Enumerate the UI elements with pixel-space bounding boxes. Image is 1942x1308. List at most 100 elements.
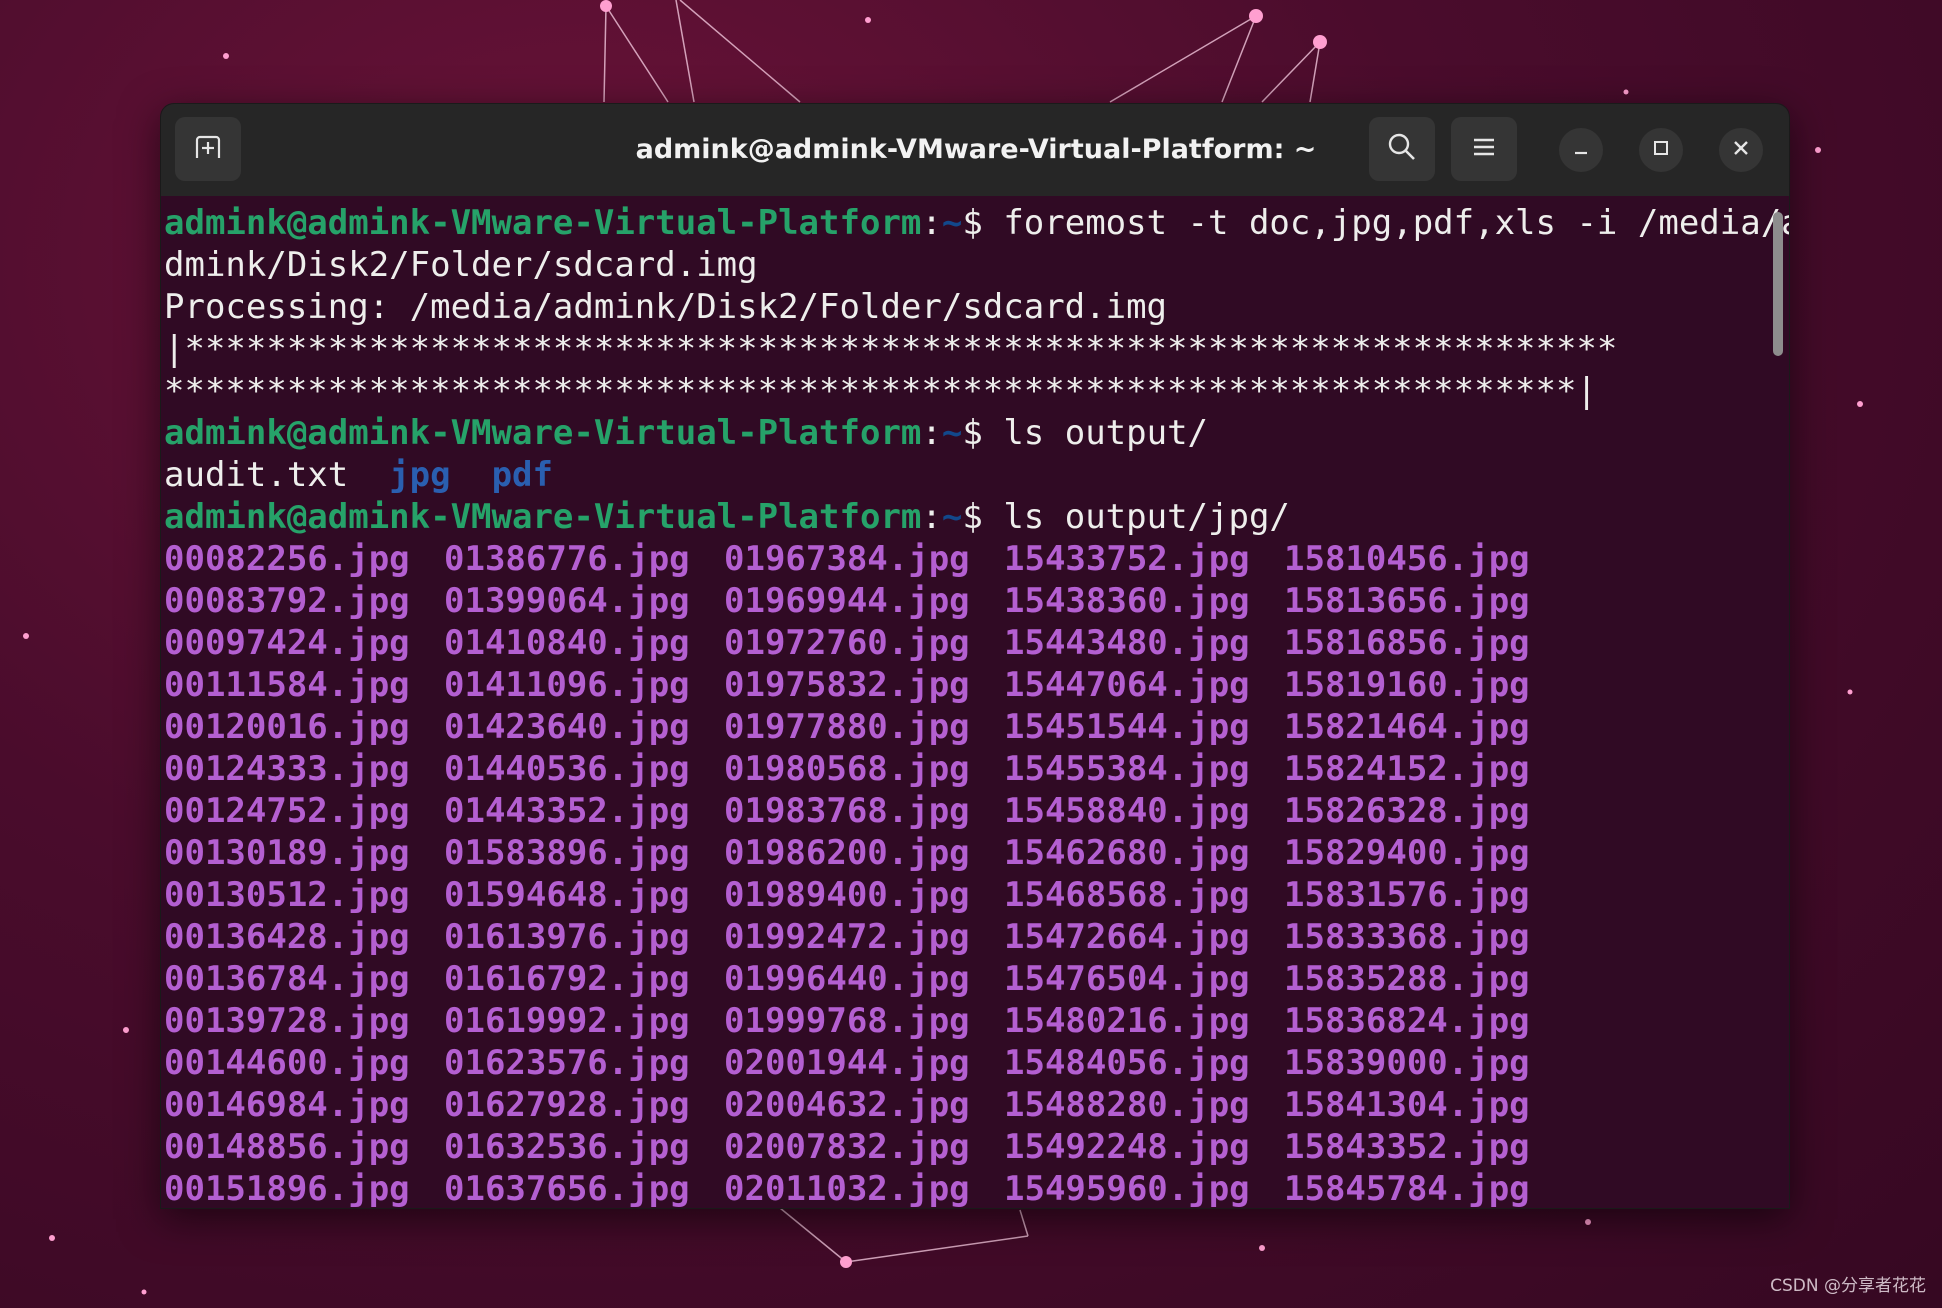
file-list-row: 00120016.jpg 01423640.jpg 01977880.jpg 1545… [164, 706, 1761, 748]
file-list-row: 00144600.jpg 01623576.jpg 02001944.jpg 1548… [164, 1042, 1761, 1084]
jpg-file: 00136784.jpg [164, 959, 410, 999]
search-icon [1386, 131, 1418, 167]
window-title: admink@admink-VMware-Virtual-Platform: ~ [635, 134, 1317, 165]
jpg-file: 15831576.jpg [1284, 875, 1530, 915]
jpg-file: 00120016.jpg [164, 707, 410, 747]
jpg-file: 01969944.jpg [724, 581, 970, 621]
jpg-file: 01972760.jpg [724, 623, 970, 663]
jpg-file: 00130189.jpg [164, 833, 410, 873]
jpg-file: 15433752.jpg [1004, 539, 1250, 579]
prompt-user: admink@admink-VMware-Virtual-Platform [164, 413, 922, 453]
processing-line: Processing: /media/admink/Disk2/Folder/s… [164, 287, 1168, 327]
jpg-file: 01980568.jpg [724, 749, 970, 789]
jpg-file: 00083792.jpg [164, 581, 410, 621]
ls-output-line: audit.txt jpg pdf [164, 454, 1761, 496]
jpg-file: 15480216.jpg [1004, 1001, 1250, 1041]
jpg-file: 15824152.jpg [1284, 749, 1530, 789]
file-list-row: 00130189.jpg 01583896.jpg 01986200.jpg 1546… [164, 832, 1761, 874]
jpg-file: 00148856.jpg [164, 1127, 410, 1167]
search-button[interactable] [1369, 117, 1435, 181]
jpg-file: 01989400.jpg [724, 875, 970, 915]
scrollbar-thumb[interactable] [1773, 212, 1783, 356]
prompt-dollar: $ [962, 203, 1004, 243]
jpg-file: 01623576.jpg [444, 1043, 690, 1083]
jpg-file: 01986200.jpg [724, 833, 970, 873]
maximize-icon [1651, 138, 1671, 162]
terminal-output[interactable]: admink@admink-VMware-Virtual-Platform:~$… [164, 196, 1789, 1209]
jpg-file: 00146984.jpg [164, 1085, 410, 1125]
file-list-row: 00146984.jpg 01627928.jpg 02004632.jpg 1548… [164, 1084, 1761, 1126]
jpg-file: 15826328.jpg [1284, 791, 1530, 831]
jpg-file: 01386776.jpg [444, 539, 690, 579]
jpg-file: 01632536.jpg [444, 1127, 690, 1167]
jpg-file: 01411096.jpg [444, 665, 690, 705]
jpg-file: 01637656.jpg [444, 1169, 690, 1209]
jpg-file: 15488280.jpg [1004, 1085, 1250, 1125]
progress-line-1: |***************************************… [164, 329, 1618, 369]
jpg-file: 15835288.jpg [1284, 959, 1530, 999]
file-list-row: 00136784.jpg 01616792.jpg 01996440.jpg 1547… [164, 958, 1761, 1000]
file-list-row: 00083792.jpg 01399064.jpg 01969944.jpg 1543… [164, 580, 1761, 622]
file-list-row: 00124333.jpg 01440536.jpg 01980568.jpg 1545… [164, 748, 1761, 790]
close-button[interactable] [1719, 128, 1763, 172]
prompt-user: admink@admink-VMware-Virtual-Platform [164, 203, 922, 243]
jpg-file: 15472664.jpg [1004, 917, 1250, 957]
jpg-file: 00136428.jpg [164, 917, 410, 957]
jpg-file: 15836824.jpg [1284, 1001, 1530, 1041]
jpg-file: 15462680.jpg [1004, 833, 1250, 873]
prompt-separator: : [921, 413, 942, 453]
jpg-file: 15841304.jpg [1284, 1085, 1530, 1125]
terminal-window: admink@admink-VMware-Virtual-Platform: ~ [160, 103, 1790, 1209]
jpg-file-list: 00082256.jpg 01386776.jpg 01967384.jpg 1543… [164, 538, 1761, 1209]
jpg-file: 01616792.jpg [444, 959, 690, 999]
jpg-file: 15468568.jpg [1004, 875, 1250, 915]
file-list-row: 00139728.jpg 01619992.jpg 01999768.jpg 1548… [164, 1000, 1761, 1042]
jpg-file: 02007832.jpg [724, 1127, 970, 1167]
prompt-separator: : [921, 203, 942, 243]
new-tab-button[interactable] [175, 117, 241, 181]
dir-jpg: jpg [389, 455, 451, 495]
jpg-file: 15443480.jpg [1004, 623, 1250, 663]
jpg-file: 02001944.jpg [724, 1043, 970, 1083]
prompt-user: admink@admink-VMware-Virtual-Platform [164, 497, 922, 537]
watermark: CSDN @分享者花花 [1770, 1276, 1926, 1296]
jpg-file: 15833368.jpg [1284, 917, 1530, 957]
jpg-file: 01983768.jpg [724, 791, 970, 831]
jpg-file: 01399064.jpg [444, 581, 690, 621]
jpg-file: 01619992.jpg [444, 1001, 690, 1041]
title-bar[interactable]: admink@admink-VMware-Virtual-Platform: ~ [161, 104, 1789, 196]
jpg-file: 15458840.jpg [1004, 791, 1250, 831]
close-icon [1731, 138, 1751, 162]
jpg-file: 15495960.jpg [1004, 1169, 1250, 1209]
jpg-file: 00144600.jpg [164, 1043, 410, 1083]
jpg-file: 01977880.jpg [724, 707, 970, 747]
file-list-row: 00124752.jpg 01443352.jpg 01983768.jpg 1545… [164, 790, 1761, 832]
jpg-file: 00139728.jpg [164, 1001, 410, 1041]
jpg-file: 15821464.jpg [1284, 707, 1530, 747]
jpg-file: 01992472.jpg [724, 917, 970, 957]
jpg-file: 01583896.jpg [444, 833, 690, 873]
jpg-file: 15476504.jpg [1004, 959, 1250, 999]
minimize-icon [1571, 138, 1591, 162]
jpg-file: 15438360.jpg [1004, 581, 1250, 621]
jpg-file: 01440536.jpg [444, 749, 690, 789]
file-audit-txt: audit.txt [164, 455, 349, 495]
prompt-path: ~ [941, 413, 963, 453]
file-list-row: 00097424.jpg 01410840.jpg 01972760.jpg 1544… [164, 622, 1761, 664]
menu-button[interactable] [1451, 117, 1517, 181]
minimize-button[interactable] [1559, 128, 1603, 172]
jpg-file: 15839000.jpg [1284, 1043, 1530, 1083]
jpg-file: 01423640.jpg [444, 707, 690, 747]
command-text: foremost -t doc,jpg,pdf,xls -i /media/a [1003, 203, 1790, 243]
file-list-row: 00111584.jpg 01411096.jpg 01975832.jpg 1544… [164, 664, 1761, 706]
jpg-file: 15492248.jpg [1004, 1127, 1250, 1167]
jpg-file: 00130512.jpg [164, 875, 410, 915]
maximize-button[interactable] [1639, 128, 1683, 172]
file-list-row: 00136428.jpg 01613976.jpg 01992472.jpg 1547… [164, 916, 1761, 958]
file-list-row: 00082256.jpg 01386776.jpg 01967384.jpg 1543… [164, 538, 1761, 580]
jpg-file: 15819160.jpg [1284, 665, 1530, 705]
jpg-file: 00111584.jpg [164, 665, 410, 705]
jpg-file: 01975832.jpg [724, 665, 970, 705]
jpg-file: 15845784.jpg [1284, 1169, 1530, 1209]
prompt-path: ~ [941, 497, 963, 537]
